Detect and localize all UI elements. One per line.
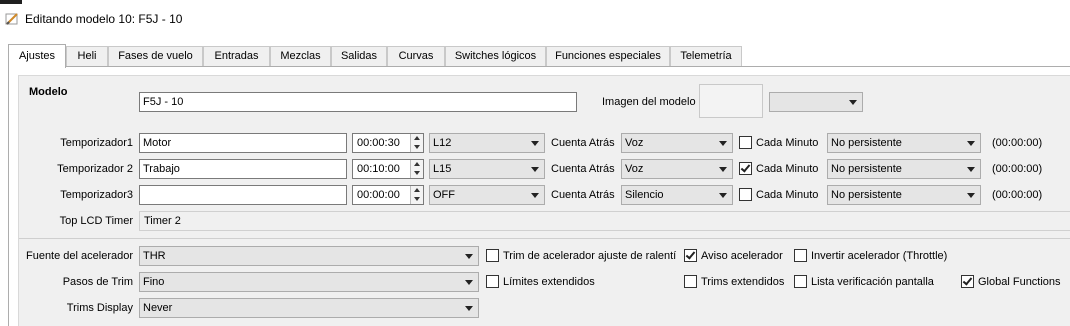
timer2-name-input[interactable]: Trabajo [139,159,347,179]
chevron-down-icon [531,193,539,198]
timer1-time-spinbox[interactable]: 00:00:30 [352,133,424,153]
throttle-source-select[interactable]: THR [139,246,479,266]
timer2-persistence-select[interactable]: No persistente [827,159,981,179]
timer1-countdown-label: Cuenta Atrás [551,137,615,149]
model-edit-icon [5,13,18,25]
trims-display-select[interactable]: Never [139,298,479,318]
timer3-countdown-label: Cuenta Atrás [551,189,615,201]
spin-down-icon[interactable] [414,145,420,149]
check-icon [962,275,973,286]
chevron-down-icon [967,167,975,172]
extended-trims-checkbox[interactable] [684,275,697,288]
timer2-value: (00:00:00) [992,163,1043,175]
timer1-minute-label: Cada Minuto [756,137,819,149]
chevron-down-icon [531,167,539,172]
chevron-down-icon [719,141,727,146]
timer3-countdown-select[interactable]: Silencio [621,185,733,205]
spin-up-icon[interactable] [414,162,420,166]
timer3-minute-label: Cada Minuto [756,189,819,201]
model-image-label: Imagen del modelo [602,96,696,108]
check-icon [740,162,751,173]
timer1-persistence-select[interactable]: No persistente [827,133,981,153]
extended-limits-label: Límites extendidos [503,276,595,288]
chevron-down-icon [719,167,727,172]
model-name-input[interactable]: F5J - 10 [139,92,577,112]
trim-steps-select[interactable]: Fino [139,272,479,292]
timer1-source-select[interactable]: L12 [429,133,545,153]
timer2-countdown-label: Cuenta Atrás [551,163,615,175]
throttle-warning-label: Aviso acelerador [701,250,783,262]
chevron-down-icon [465,280,473,285]
timer1-label: Temporizador1 [60,137,133,149]
chevron-down-icon [967,141,975,146]
title-bar: Editando modelo 10: F5J - 10 [0,4,1070,34]
idle-trim-checkbox[interactable] [486,249,499,262]
global-functions-label: Global Functions [978,276,1061,288]
model-image-preview[interactable] [699,84,763,118]
checklist-display-checkbox[interactable] [794,275,807,288]
spin-up-icon[interactable] [414,188,420,192]
timer3-time-spinbox[interactable]: 00:00:00 [352,185,424,205]
settings-content: Modelo F5J - 10 Imagen del modelo Tempor… [18,75,1070,326]
timer2-minute-label: Cada Minuto [756,163,819,175]
trims-display-label: Trims Display [66,302,133,314]
spin-down-icon[interactable] [414,171,420,175]
timer1-countdown-select[interactable]: Voz [621,133,733,153]
section-divider [19,238,1070,239]
tab-mezclas[interactable]: Mezclas [270,46,331,67]
tab-funciones-especiales[interactable]: Funciones especiales [546,46,670,67]
extended-limits-checkbox[interactable] [486,275,499,288]
tab-salidas[interactable]: Salidas [331,46,387,67]
timer2-countdown-select[interactable]: Voz [621,159,733,179]
idle-trim-label: Trim de acelerador ajuste de ralentí [503,250,677,262]
top-lcd-timer-label: Top LCD Timer [59,215,133,227]
timer2-source-select[interactable]: L15 [429,159,545,179]
tab-heli[interactable]: Heli [66,46,108,67]
tab-telemetria[interactable]: Telemetría [670,46,742,67]
chevron-down-icon [465,254,473,259]
timer3-name-input[interactable] [139,185,347,205]
trim-steps-label: Pasos de Trim [62,276,133,288]
window-title: Editando modelo 10: F5J - 10 [25,12,183,26]
throttle-source-label: Fuente del acelerador [25,250,133,262]
timer3-minute-checkbox[interactable] [739,188,752,201]
timer3-source-select[interactable]: OFF [429,185,545,205]
timer2-time-spinbox[interactable]: 00:10:00 [352,159,424,179]
timer3-value: (00:00:00) [992,189,1043,201]
checklist-display-label: Lista verificación pantalla [811,276,934,288]
chevron-down-icon [719,193,727,198]
modelo-label: Modelo [29,86,68,98]
tab-ajustes[interactable]: Ajustes [8,44,66,68]
throttle-warning-checkbox[interactable] [684,249,697,262]
invert-throttle-checkbox[interactable] [794,249,807,262]
tab-fases-de-vuelo[interactable]: Fases de vuelo [108,46,203,67]
top-lcd-timer-field[interactable]: Timer 2 [139,211,1070,231]
model-image-select[interactable] [769,92,863,112]
chevron-down-icon [465,306,473,311]
tab-switches-logicos[interactable]: Switches lógicos [445,46,546,67]
tab-entradas[interactable]: Entradas [203,46,270,67]
chevron-down-icon [967,193,975,198]
spin-down-icon[interactable] [414,197,420,201]
timer2-label: Temporizador 2 [57,163,133,175]
spin-up-icon[interactable] [414,136,420,140]
timer1-name-input[interactable]: Motor [139,133,347,153]
global-functions-checkbox[interactable] [961,275,974,288]
timer3-persistence-select[interactable]: No persistente [827,185,981,205]
timer2-minute-checkbox[interactable] [739,162,752,175]
chevron-down-icon [531,141,539,146]
timer1-minute-checkbox[interactable] [739,136,752,149]
tab-curvas[interactable]: Curvas [387,46,445,67]
extended-trims-label: Trims extendidos [701,276,785,288]
timer3-label: Temporizador3 [60,189,133,201]
timer1-value: (00:00:00) [992,137,1043,149]
check-icon [685,249,696,260]
chevron-down-icon [849,100,857,105]
invert-throttle-label: Invertir acelerador (Throttle) [811,250,948,262]
